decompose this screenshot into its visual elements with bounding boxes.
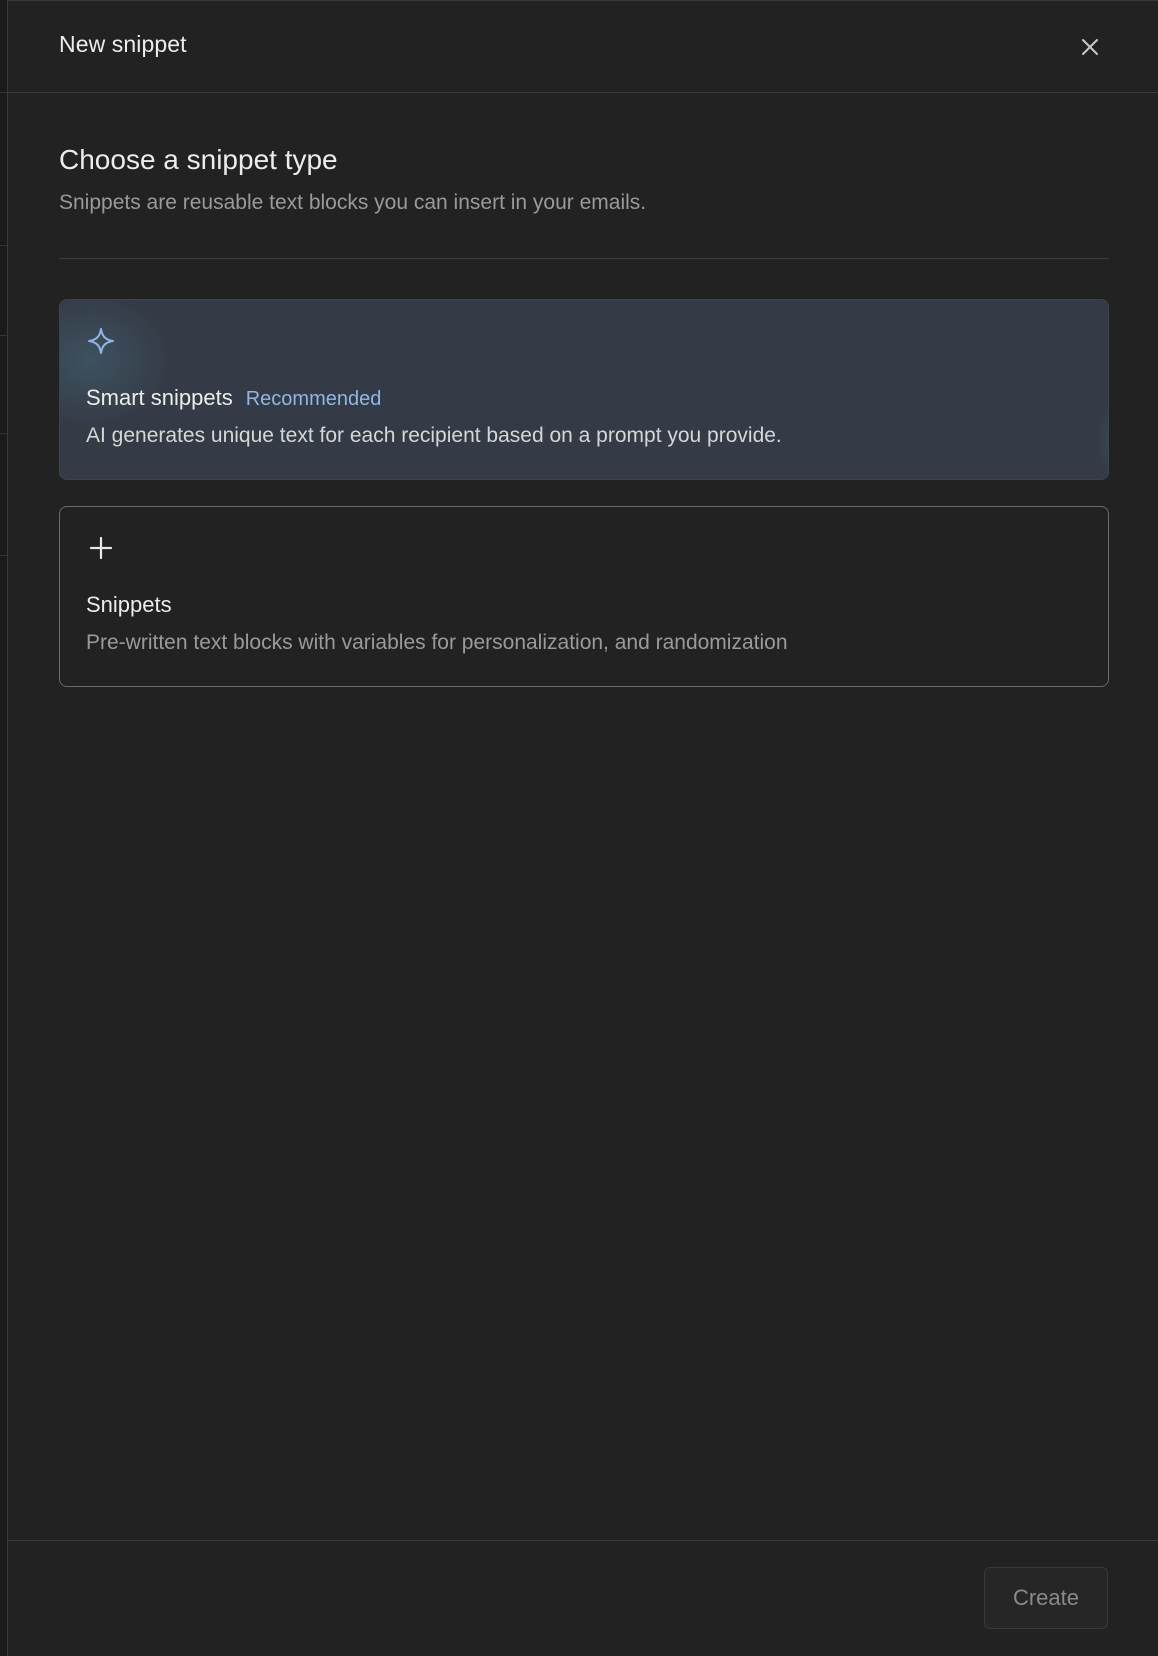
- close-button[interactable]: [1072, 29, 1108, 65]
- recommended-badge: Recommended: [245, 388, 382, 410]
- dialog-header: New snippet: [8, 1, 1158, 93]
- create-button[interactable]: Create: [984, 1567, 1108, 1629]
- option-title: Snippets: [86, 592, 172, 617]
- option-description: Pre-written text blocks with variables f…: [86, 631, 788, 654]
- snippets-heading: Snippets: [86, 592, 172, 618]
- smart-snippets-option[interactable]: Smart snippets Recommended AI generates …: [59, 299, 1109, 480]
- sparkle-icon: [88, 328, 114, 354]
- option-description: AI generates unique text for each recipi…: [86, 424, 782, 447]
- dialog-footer: Create: [8, 1540, 1158, 1656]
- close-icon: [1082, 39, 1098, 55]
- background-divider: [0, 555, 7, 556]
- dialog-title: New snippet: [59, 31, 187, 57]
- background-divider: [0, 245, 7, 246]
- background-divider: [0, 433, 7, 434]
- plus-icon: [89, 536, 113, 560]
- option-title: Smart snippets: [86, 385, 233, 410]
- background-divider: [0, 335, 7, 336]
- section-title: Choose a snippet type: [59, 144, 338, 175]
- background-app-edge: [0, 0, 7, 1656]
- new-snippet-dialog: New snippet Choose a snippet type Snippe…: [7, 0, 1158, 1656]
- section-subtitle: Snippets are reusable text blocks you ca…: [59, 191, 647, 214]
- smart-snippets-heading: Smart snippets Recommended: [86, 385, 381, 411]
- section-divider: [59, 258, 1109, 259]
- snippets-option[interactable]: Snippets Pre-written text blocks with va…: [59, 506, 1109, 687]
- background-divider: [0, 92, 7, 93]
